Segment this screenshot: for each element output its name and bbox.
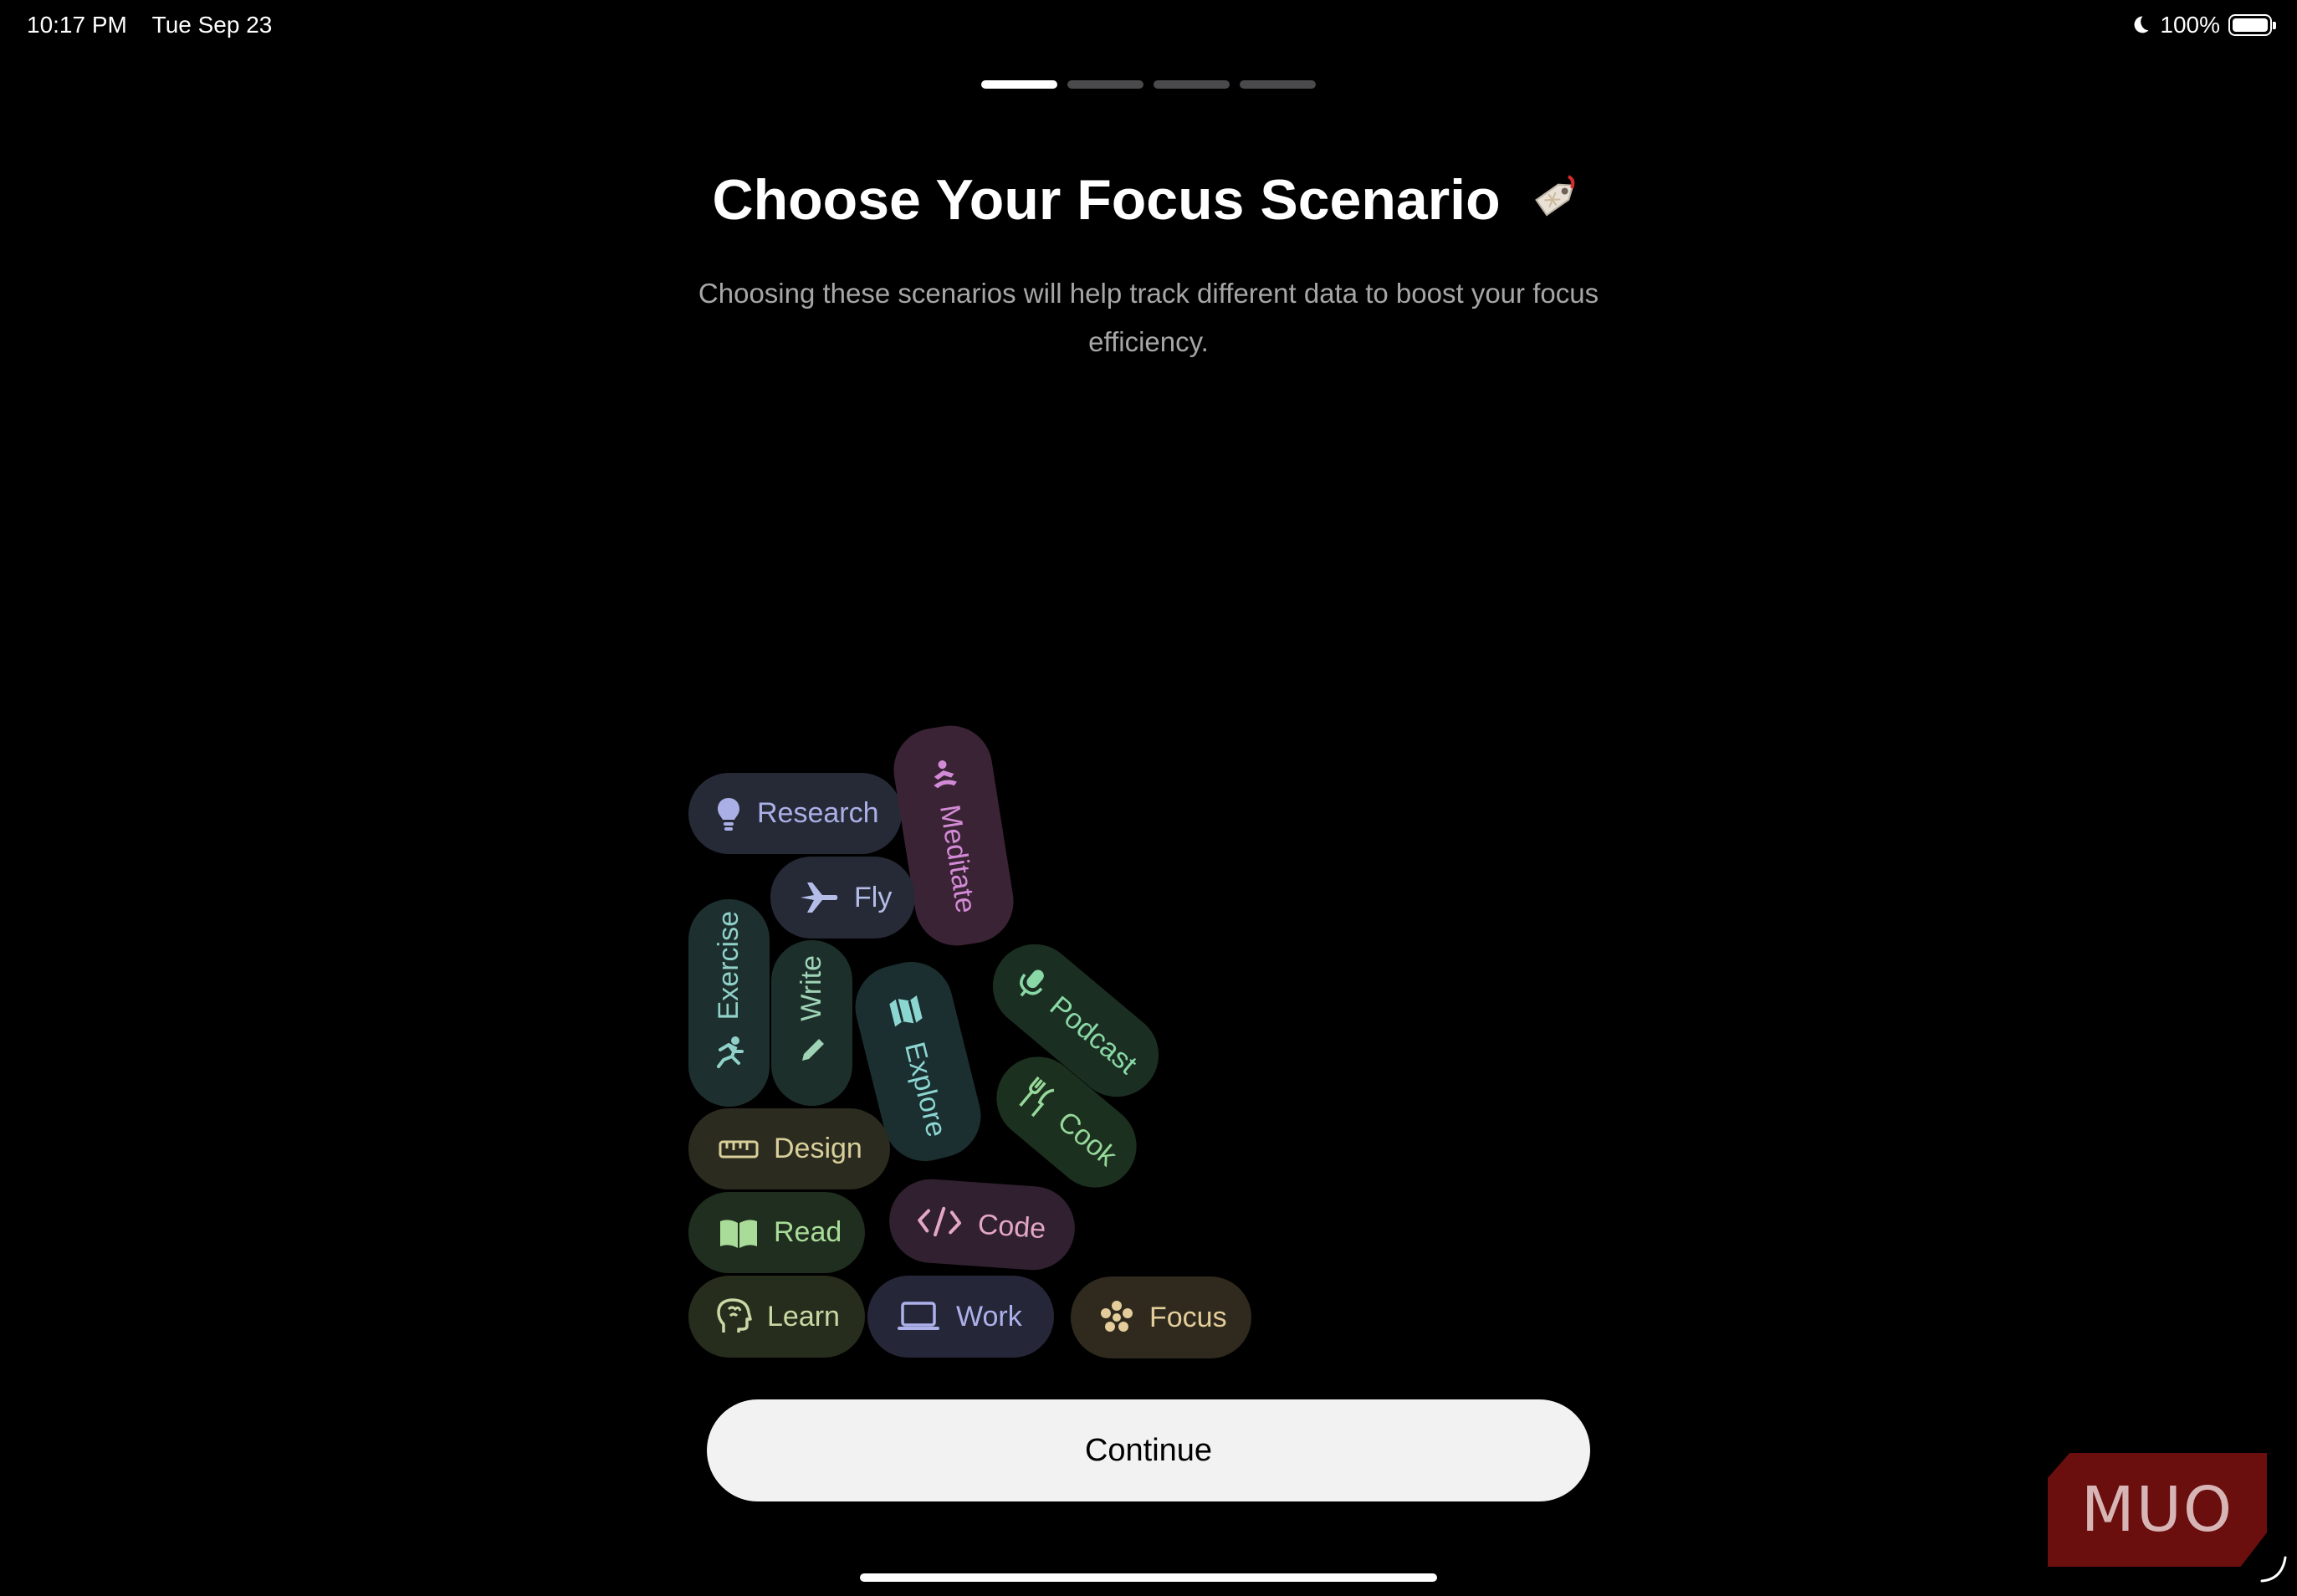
status-bar-left: 10:17 PM Tue Sep 23 xyxy=(27,12,272,38)
laptop-icon xyxy=(898,1302,939,1330)
page-dot-1 xyxy=(981,80,1057,89)
chip-write[interactable]: Write xyxy=(771,940,852,1106)
status-bar-right: 100% xyxy=(2128,12,2276,38)
chip-fly[interactable]: Fly xyxy=(770,857,915,939)
corner-resize-icon xyxy=(2260,1556,2287,1583)
page-dot-3 xyxy=(1154,80,1230,89)
chip-learn[interactable]: Learn xyxy=(688,1276,865,1358)
page-title-text: Choose Your Focus Scenario xyxy=(712,168,1501,232)
moon-icon xyxy=(2134,16,2149,33)
map-icon xyxy=(888,995,923,1027)
ruler-icon xyxy=(719,1140,759,1158)
fork-knife-icon xyxy=(1019,1076,1055,1117)
lotus-icon xyxy=(934,760,957,789)
chip-write-label: Write xyxy=(796,954,827,1021)
chip-design[interactable]: Design xyxy=(688,1108,890,1189)
home-indicator[interactable] xyxy=(860,1573,1437,1582)
chip-work[interactable]: Work xyxy=(867,1276,1054,1358)
chip-research[interactable]: Research xyxy=(688,773,902,854)
battery-icon xyxy=(2228,14,2276,36)
chip-exercise[interactable]: Exercise xyxy=(688,899,770,1107)
airplane-icon xyxy=(801,882,838,913)
battery-percent: 100% xyxy=(2160,12,2220,38)
running-icon xyxy=(716,1036,744,1069)
muo-watermark-logo: MUO xyxy=(2048,1453,2267,1567)
page-dot-2 xyxy=(1067,80,1143,89)
chip-code-label: Code xyxy=(976,1208,1047,1245)
chip-read[interactable]: Read xyxy=(688,1192,865,1273)
chip-cook-label: Cook xyxy=(1051,1105,1123,1173)
tag-icon xyxy=(1527,168,1585,240)
chip-focus[interactable]: Focus xyxy=(1071,1276,1251,1358)
pencil-icon xyxy=(801,1039,824,1061)
chip-work-label: Work xyxy=(956,1300,1022,1333)
watermark-text: MUO xyxy=(2080,1474,2234,1546)
chip-exercise-label: Exercise xyxy=(713,910,744,1021)
page-dot-4 xyxy=(1240,80,1316,89)
chip-read-label: Read xyxy=(774,1216,842,1248)
chip-research-label: Research xyxy=(757,797,879,829)
page-title: Choose Your Focus Scenario xyxy=(0,167,2297,240)
chip-fly-label: Fly xyxy=(854,881,893,913)
chip-meditate-label: Meditate xyxy=(933,802,982,916)
continue-button[interactable]: Continue xyxy=(707,1399,1590,1501)
code-icon xyxy=(918,1206,962,1237)
book-icon xyxy=(720,1219,757,1248)
page-subtitle: Choosing these scenarios will help track… xyxy=(698,278,1599,357)
brain-icon xyxy=(717,1298,752,1333)
chip-focus-label: Focus xyxy=(1149,1301,1227,1333)
status-date: Tue Sep 23 xyxy=(151,12,273,38)
chip-design-label: Design xyxy=(774,1133,862,1164)
status-time: 10:17 PM xyxy=(27,12,127,38)
chip-learn-label: Learn xyxy=(767,1300,840,1333)
lightbulb-icon xyxy=(718,797,739,831)
chip-explore-label: Explore xyxy=(898,1038,953,1141)
chip-code[interactable]: Code xyxy=(886,1176,1078,1273)
dots-icon xyxy=(1101,1301,1133,1332)
page-indicator xyxy=(981,80,1316,89)
microphone-icon xyxy=(1020,969,1044,997)
